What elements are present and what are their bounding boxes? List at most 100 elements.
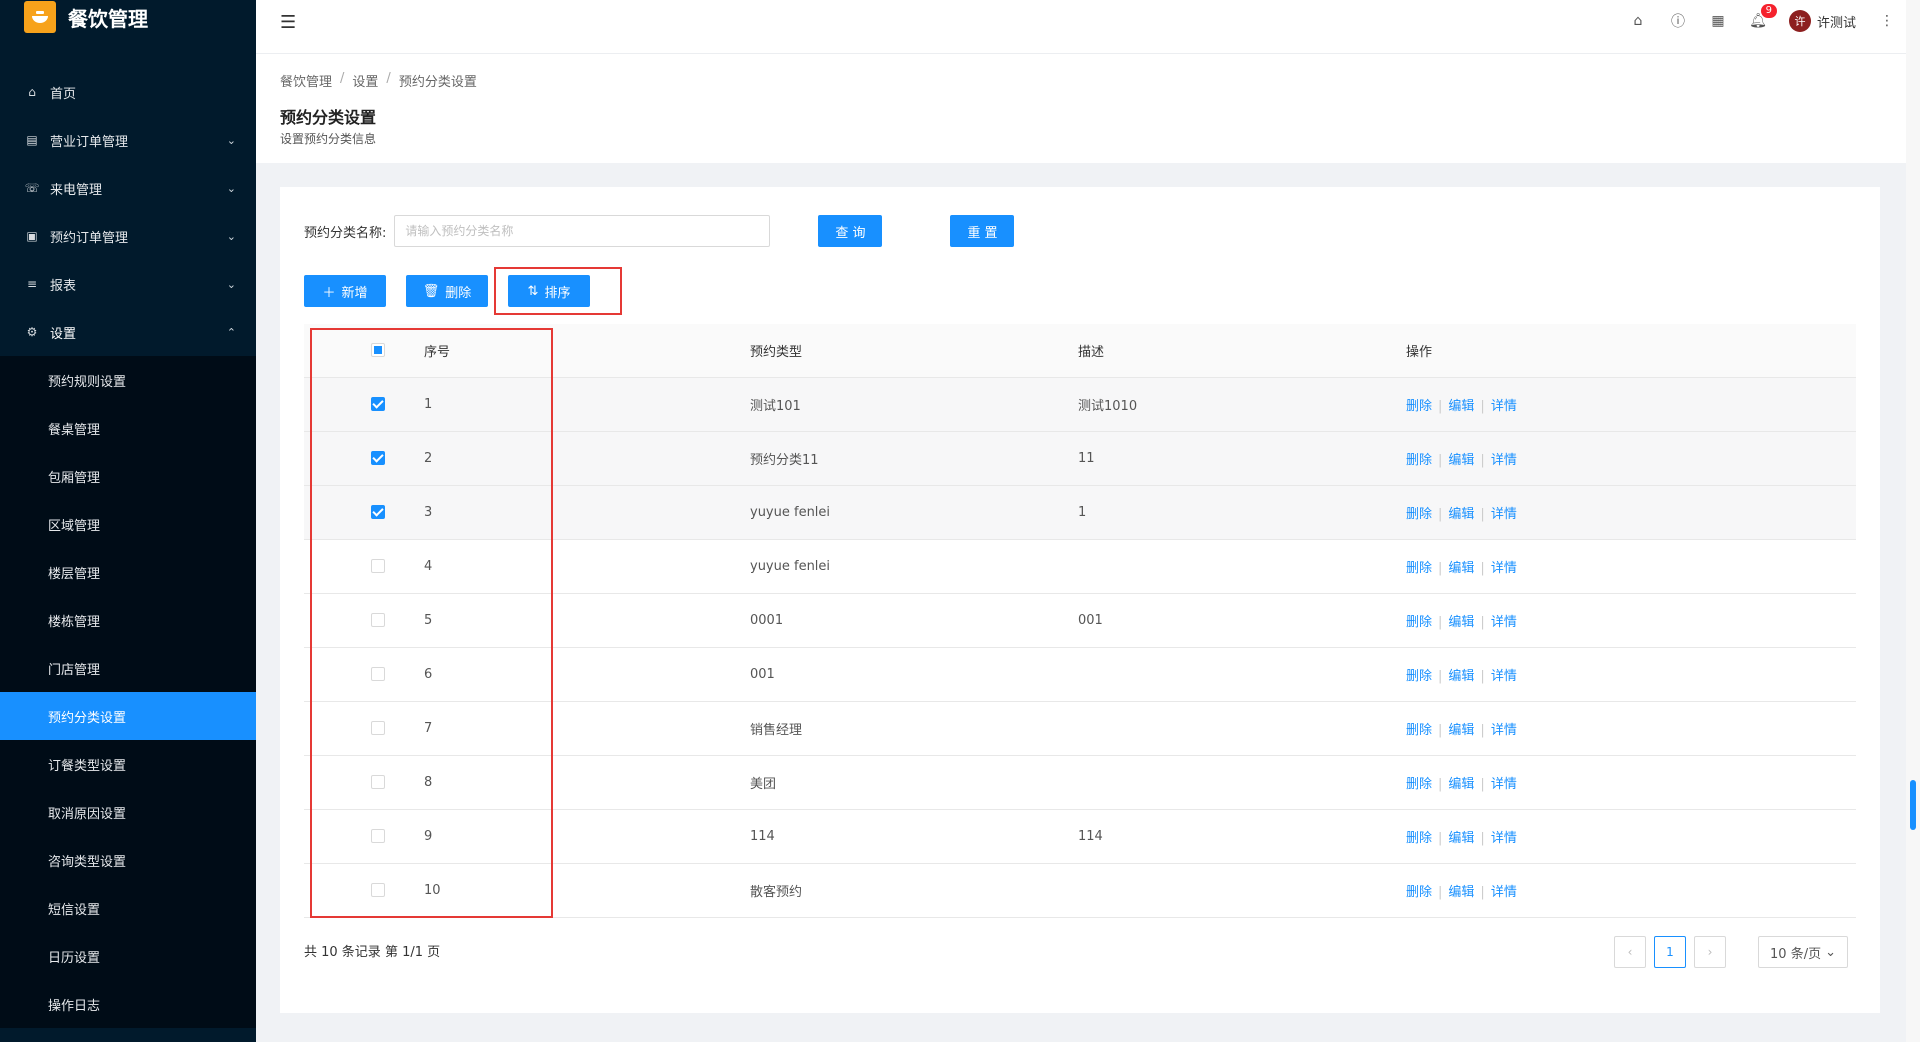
select-all-checkbox[interactable]: [371, 343, 385, 358]
trash-icon: 🗑︎: [422, 283, 440, 299]
submenu-item[interactable]: 操作日志: [0, 980, 256, 1028]
pagination: ‹ 1 › 10 条/页 ⌄: [1614, 936, 1848, 968]
submenu-item[interactable]: 预约分类设置: [0, 692, 256, 740]
seq-cell: 4: [424, 539, 750, 594]
actions-cell: 删除 | 编辑 | 详情: [1406, 701, 1856, 756]
breadcrumb-item[interactable]: 餐饮管理: [280, 71, 332, 90]
help-icon[interactable]: ⓘ: [1669, 12, 1687, 30]
page-number-button[interactable]: 1: [1654, 936, 1686, 968]
reset-button[interactable]: 重 置: [950, 215, 1015, 247]
next-page-button[interactable]: ›: [1694, 936, 1726, 968]
submenu-item[interactable]: 日历设置: [0, 932, 256, 980]
delete-button[interactable]: 🗑︎ 删除: [406, 275, 488, 307]
table-row: 3 yuyue fenlei 1 删除 | 编辑 | 详情: [304, 485, 1856, 540]
checkbox-cell: [304, 647, 424, 702]
sidebar-item[interactable]: ⌂ 首页: [0, 68, 256, 116]
delete-link[interactable]: 删除: [1406, 615, 1432, 630]
more-vertical-icon[interactable]: ⋮: [1878, 12, 1896, 30]
submenu-item[interactable]: 咨询类型设置: [0, 836, 256, 884]
apps-grid-icon[interactable]: ▦: [1709, 12, 1727, 30]
row-checkbox[interactable]: [371, 721, 385, 735]
detail-link[interactable]: 详情: [1491, 453, 1517, 468]
sidebar-item-label: 首页: [50, 86, 77, 102]
page-scrollbar[interactable]: [1906, 0, 1920, 1042]
checkbox-cell: [304, 863, 424, 918]
submenu-item[interactable]: 区域管理: [0, 500, 256, 548]
submenu-item[interactable]: 短信设置: [0, 884, 256, 932]
row-checkbox[interactable]: [371, 613, 385, 627]
edit-link[interactable]: 编辑: [1448, 831, 1474, 846]
submenu-item[interactable]: 楼层管理: [0, 548, 256, 596]
chevron-up-icon: ⌃: [226, 325, 236, 339]
edit-link[interactable]: 编辑: [1448, 777, 1474, 792]
menu-fold-icon[interactable]: ☰: [280, 12, 296, 33]
sidebar-item[interactable]: ▤ 营业订单管理 ⌄: [0, 116, 256, 164]
row-checkbox[interactable]: [371, 397, 385, 411]
delete-link[interactable]: 删除: [1406, 669, 1432, 684]
search-input[interactable]: [394, 215, 771, 247]
edit-link[interactable]: 编辑: [1448, 453, 1474, 468]
edit-link[interactable]: 编辑: [1448, 885, 1474, 900]
home-icon[interactable]: ⌂: [1629, 12, 1647, 30]
add-label: 新增: [341, 285, 368, 301]
row-checkbox[interactable]: [371, 667, 385, 681]
sidebar-item[interactable]: ≡ 报表 ⌄: [0, 260, 256, 308]
edit-link[interactable]: 编辑: [1448, 669, 1474, 684]
action-divider: |: [1480, 884, 1485, 900]
page-size-select[interactable]: 10 条/页 ⌄: [1758, 936, 1848, 968]
action-divider: |: [1480, 506, 1485, 522]
detail-link[interactable]: 详情: [1491, 669, 1517, 684]
detail-link[interactable]: 详情: [1491, 561, 1517, 576]
home-icon: ⌂: [28, 85, 36, 99]
submenu-item[interactable]: 餐桌管理: [0, 404, 256, 452]
detail-link[interactable]: 详情: [1491, 399, 1517, 414]
detail-link[interactable]: 详情: [1491, 507, 1517, 522]
desc-cell: 1: [1078, 485, 1406, 540]
detail-link[interactable]: 详情: [1491, 615, 1517, 630]
submenu-item[interactable]: 取消原因设置: [0, 788, 256, 836]
sidebar-item[interactable]: ▣ 预约订单管理 ⌄: [0, 212, 256, 260]
delete-link[interactable]: 删除: [1406, 885, 1432, 900]
row-checkbox[interactable]: [371, 559, 385, 573]
delete-link[interactable]: 删除: [1406, 399, 1432, 414]
edit-link[interactable]: 编辑: [1448, 507, 1474, 522]
detail-link[interactable]: 详情: [1491, 885, 1517, 900]
delete-link[interactable]: 删除: [1406, 723, 1432, 738]
bell-icon[interactable]: 🔔︎ 9: [1749, 4, 1777, 30]
submenu-item[interactable]: 订餐类型设置: [0, 740, 256, 788]
row-checkbox[interactable]: [371, 829, 385, 843]
checkbox-cell: [304, 485, 424, 540]
submenu-item[interactable]: 预约规则设置: [0, 356, 256, 404]
query-button[interactable]: 查 询: [818, 215, 883, 247]
row-checkbox[interactable]: [371, 451, 385, 465]
submenu-item[interactable]: 包厢管理: [0, 452, 256, 500]
edit-link[interactable]: 编辑: [1448, 399, 1474, 414]
scrollbar-thumb[interactable]: [1910, 780, 1916, 830]
row-checkbox[interactable]: [371, 883, 385, 897]
detail-link[interactable]: 详情: [1491, 831, 1517, 846]
row-checkbox[interactable]: [371, 505, 385, 519]
add-button[interactable]: ＋ 新增: [304, 275, 386, 307]
desc-cell: [1078, 539, 1406, 594]
sidebar-item[interactable]: ☏ 来电管理 ⌄: [0, 164, 256, 212]
delete-link[interactable]: 删除: [1406, 831, 1432, 846]
sidebar-item[interactable]: ⚙ 设置 ⌃: [0, 308, 256, 356]
delete-link[interactable]: 删除: [1406, 453, 1432, 468]
edit-link[interactable]: 编辑: [1448, 723, 1474, 738]
user-menu[interactable]: 许 许测试: [1788, 10, 1856, 32]
detail-link[interactable]: 详情: [1491, 723, 1517, 738]
detail-link[interactable]: 详情: [1491, 777, 1517, 792]
edit-link[interactable]: 编辑: [1448, 561, 1474, 576]
submenu-item[interactable]: 楼栋管理: [0, 596, 256, 644]
breadcrumb-item[interactable]: 设置: [352, 71, 378, 90]
actions-cell: 删除 | 编辑 | 详情: [1406, 863, 1856, 918]
submenu-item[interactable]: 门店管理: [0, 644, 256, 692]
row-checkbox[interactable]: [371, 775, 385, 789]
brand: 餐饮管理: [0, 0, 256, 44]
delete-link[interactable]: 删除: [1406, 507, 1432, 522]
delete-link[interactable]: 删除: [1406, 561, 1432, 576]
edit-link[interactable]: 编辑: [1448, 615, 1474, 630]
delete-link[interactable]: 删除: [1406, 777, 1432, 792]
action-divider: |: [1480, 398, 1485, 414]
prev-page-button[interactable]: ‹: [1614, 936, 1646, 968]
